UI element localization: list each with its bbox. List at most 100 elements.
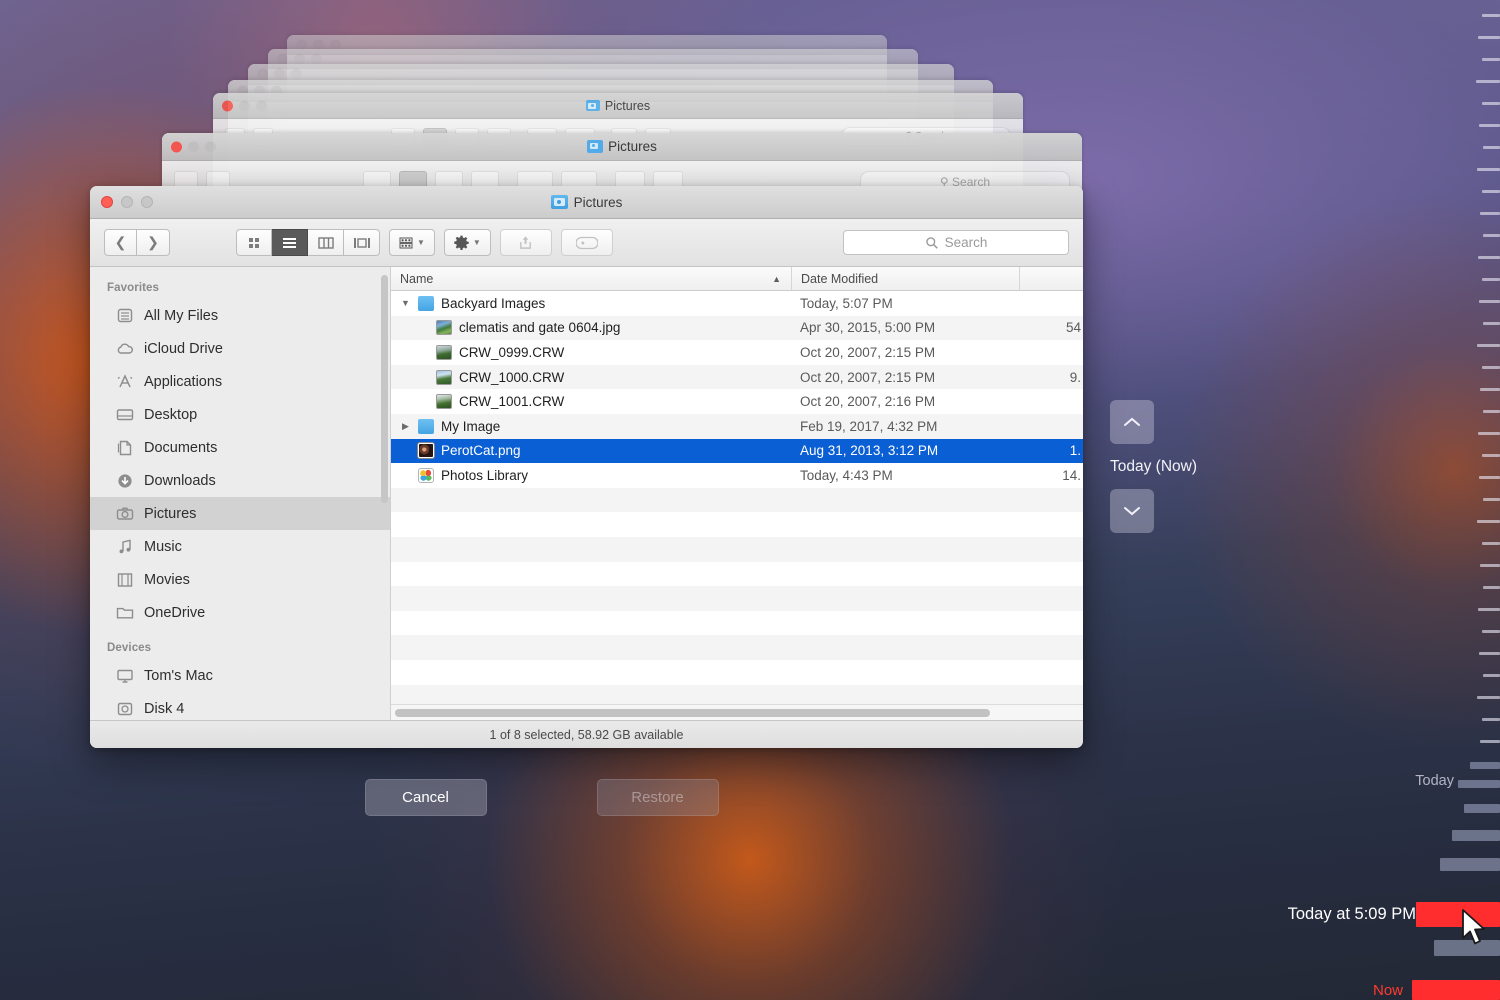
chevron-down-icon — [1124, 507, 1140, 516]
columns-icon — [317, 236, 334, 249]
sidebar-item-label: Documents — [144, 439, 218, 456]
arrange-grid-icon — [399, 237, 413, 248]
image-file-icon — [436, 320, 452, 336]
row-name-cell: Photos Library — [391, 467, 791, 483]
sidebar-item-label: iCloud Drive — [144, 340, 223, 357]
file-name: CRW_1000.CRW — [459, 369, 565, 385]
folder-icon — [418, 295, 434, 311]
file-date: Today, 5:07 PM — [800, 295, 893, 311]
sidebar-item-icloud-drive[interactable]: iCloud Drive — [90, 332, 390, 365]
forward-button[interactable]: ❯ — [137, 229, 170, 256]
horizontal-scrollbar[interactable] — [391, 704, 1083, 720]
column-header-size[interactable] — [1019, 267, 1083, 290]
table-row[interactable]: CRW_1001.CRW Oct 20, 2007, 2:16 PM — [391, 389, 1083, 414]
table-row-selected[interactable]: PerotCat.png Aug 31, 2013, 3:12 PM 1. — [391, 438, 1083, 464]
zoom-button[interactable] — [256, 100, 267, 111]
background-window-titlebar[interactable]: Pictures — [213, 93, 1023, 119]
sidebar-item-disk-4[interactable]: Disk 4 — [90, 692, 390, 720]
zoom-button[interactable] — [141, 196, 153, 208]
column-header-name[interactable]: Name ▲ — [391, 267, 791, 290]
downloads-icon — [115, 472, 135, 490]
minimize-button[interactable] — [121, 196, 133, 208]
list-view-button[interactable] — [272, 229, 308, 256]
chevron-up-icon: ▲ — [772, 273, 781, 284]
column-header-date-modified[interactable]: Date Modified — [791, 267, 1019, 290]
search-placeholder: Search — [944, 235, 988, 250]
file-name: My Image — [441, 418, 501, 434]
close-button[interactable] — [171, 141, 182, 152]
window-title: Pictures — [550, 195, 622, 210]
file-date: Aug 31, 2013, 3:12 PM — [800, 443, 939, 459]
sidebar-item-applications[interactable]: Applications — [90, 365, 390, 398]
zoom-button[interactable] — [205, 141, 216, 152]
file-size: 14. — [1062, 467, 1081, 483]
icon-view-button[interactable] — [236, 229, 272, 256]
sidebar-section-favorites: Favorites — [107, 282, 160, 294]
background-window-titlebar[interactable]: Pictures — [162, 133, 1082, 161]
table-row[interactable]: CRW_1000.CRW Oct 20, 2007, 2:15 PM 9. — [391, 364, 1083, 390]
file-list-pane: Name ▲ Date Modified ▼ Backyard Images T… — [391, 267, 1083, 720]
timeline-selected-backup-bar[interactable] — [1416, 902, 1500, 927]
sidebar-section-devices: Devices — [107, 642, 152, 654]
close-button[interactable] — [101, 196, 113, 208]
file-date: Oct 20, 2007, 2:15 PM — [800, 369, 936, 385]
backup-next-button[interactable] — [1110, 489, 1154, 533]
close-button[interactable] — [222, 100, 233, 111]
share-icon — [520, 236, 532, 249]
scrollbar-thumb[interactable] — [395, 708, 991, 717]
status-bar: 1 of 8 selected, 58.92 GB available — [90, 720, 1083, 748]
gallery-view-button[interactable] — [344, 229, 380, 256]
computer-icon — [115, 667, 135, 685]
file-size: 9. — [1069, 369, 1081, 385]
empty-row — [391, 562, 1083, 587]
traffic-lights[interactable] — [171, 141, 216, 152]
share-button[interactable] — [499, 229, 552, 256]
cancel-button[interactable]: Cancel — [364, 779, 487, 816]
sidebar-item-music[interactable]: Music — [90, 530, 390, 563]
traffic-lights[interactable] — [101, 196, 153, 208]
table-row[interactable]: CRW_0999.CRW Oct 20, 2007, 2:15 PM — [391, 340, 1083, 365]
table-row[interactable]: Photos Library Today, 4:43 PM 14. — [391, 463, 1083, 488]
tag-button[interactable] — [560, 229, 613, 256]
sidebar-item-documents[interactable]: Documents — [90, 431, 390, 464]
table-row[interactable]: clematis and gate 0604.jpg Apr 30, 2015,… — [391, 315, 1083, 341]
minimize-button[interactable] — [188, 141, 199, 152]
table-row[interactable]: ▶ My Image Feb 19, 2017, 4:32 PM — [391, 413, 1083, 439]
sidebar-item-onedrive[interactable]: OneDrive — [90, 596, 390, 629]
selected-backup-timestamp: Today at 5:09 PM — [1287, 905, 1416, 923]
timeline-now-bar[interactable] — [1412, 980, 1500, 1000]
arrange-button[interactable]: ▼ — [389, 229, 435, 256]
sidebar-item-label: Movies — [144, 571, 190, 588]
sidebar-item-toms-mac[interactable]: Tom's Mac — [90, 659, 390, 692]
status-text: 1 of 8 selected, 58.92 GB available — [489, 727, 684, 742]
sidebar-item-desktop[interactable]: Desktop — [90, 398, 390, 431]
window-titlebar[interactable]: Pictures — [90, 186, 1083, 219]
sidebar-scrollbar[interactable] — [381, 275, 388, 503]
time-machine-timeline[interactable]: Today Now — [1373, 0, 1500, 1000]
gear-icon — [454, 235, 469, 250]
current-backup-label: Today (Now) — [1110, 458, 1197, 475]
minimize-button[interactable] — [239, 100, 250, 111]
pictures-folder-icon — [587, 140, 604, 153]
sidebar-item-label: Pictures — [144, 505, 197, 522]
file-list-rows: ▼ Backyard Images Today, 5:07 PM clemati… — [391, 291, 1083, 704]
search-icon — [925, 236, 938, 249]
disclosure-triangle-collapsed-icon[interactable]: ▶ — [400, 421, 411, 432]
finder-window[interactable]: Pictures ❮ ❯ ▼ ▼ Search Favorites All My… — [90, 186, 1083, 748]
table-row[interactable]: ▼ Backyard Images Today, 5:07 PM — [391, 291, 1083, 316]
sidebar-item-downloads[interactable]: Downloads — [90, 464, 390, 497]
sidebar-item-movies[interactable]: Movies — [90, 563, 390, 596]
sidebar-item-pictures[interactable]: Pictures — [90, 497, 390, 530]
disclosure-triangle-expanded-icon[interactable]: ▼ — [400, 298, 411, 308]
empty-row — [391, 512, 1083, 537]
chevron-down-icon: ▼ — [472, 238, 481, 247]
traffic-lights[interactable] — [222, 100, 267, 111]
column-view-button[interactable] — [308, 229, 344, 256]
action-menu-button[interactable]: ▼ — [443, 229, 491, 256]
search-input[interactable]: Search — [843, 230, 1069, 255]
restore-button[interactable]: Restore — [596, 779, 719, 816]
backup-previous-button[interactable] — [1110, 400, 1154, 444]
back-button[interactable]: ❮ — [104, 229, 137, 256]
sidebar-item-all-my-files[interactable]: All My Files — [90, 299, 390, 332]
dialog-actions: Cancel Restore — [0, 779, 1083, 816]
